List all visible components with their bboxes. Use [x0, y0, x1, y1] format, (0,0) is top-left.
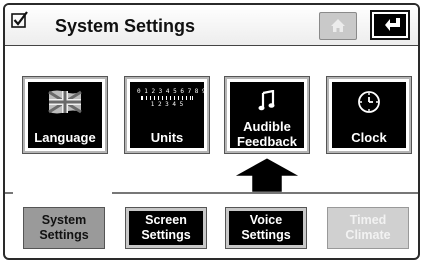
tab-timed-climate[interactable]: Timed Climate — [327, 207, 409, 249]
tab-label-line1: Voice — [249, 213, 283, 227]
home-button[interactable] — [319, 12, 357, 40]
tab-label-line2: Climate — [345, 228, 391, 242]
tab-divider — [112, 192, 418, 194]
back-button[interactable] — [370, 10, 410, 40]
tab-label-line1: Screen — [145, 213, 187, 227]
clock-icon — [358, 91, 380, 113]
checkbox-checked-icon — [11, 11, 28, 28]
language-label: Language — [34, 130, 96, 145]
tab-label-line1: System — [41, 213, 87, 227]
tab-label-line1: Timed — [349, 213, 387, 227]
tab-label-line2: Settings — [39, 228, 89, 242]
audible-feedback-label-line2: Feedback — [237, 134, 297, 149]
clock-label: Clock — [351, 130, 387, 145]
screen: System Settings Language 0 1 2 3 4 5 6 7… — [3, 3, 420, 260]
tab-screen-settings[interactable]: Screen Settings — [125, 207, 207, 249]
tab-divider — [5, 192, 13, 194]
back-arrow-icon — [385, 18, 400, 31]
tab-voice-settings[interactable]: Voice Settings — [225, 207, 307, 249]
ruler-icon: 0 1 2 3 4 5 6 7 8 9 10 1 2 3 4 5 — [137, 88, 217, 108]
audible-feedback-button[interactable]: Audible Feedback — [224, 76, 310, 154]
audible-feedback-label-line1: Audible — [243, 119, 291, 134]
units-button[interactable]: 0 1 2 3 4 5 6 7 8 9 10 1 2 3 4 5 Units — [124, 76, 217, 154]
clock-button[interactable]: Clock — [326, 76, 412, 154]
units-label: Units — [150, 130, 184, 145]
tab-label-line2: Settings — [141, 228, 191, 242]
tab-label-line2: Settings — [241, 228, 291, 242]
header: System Settings — [5, 5, 418, 46]
language-button[interactable]: Language — [22, 76, 108, 154]
up-arrow-indicator-icon — [227, 155, 307, 195]
home-icon — [331, 19, 345, 32]
tab-system-settings[interactable]: System Settings — [23, 207, 105, 249]
flag-icon — [48, 90, 82, 114]
music-note-icon — [258, 90, 275, 111]
page-title: System Settings — [55, 16, 196, 36]
